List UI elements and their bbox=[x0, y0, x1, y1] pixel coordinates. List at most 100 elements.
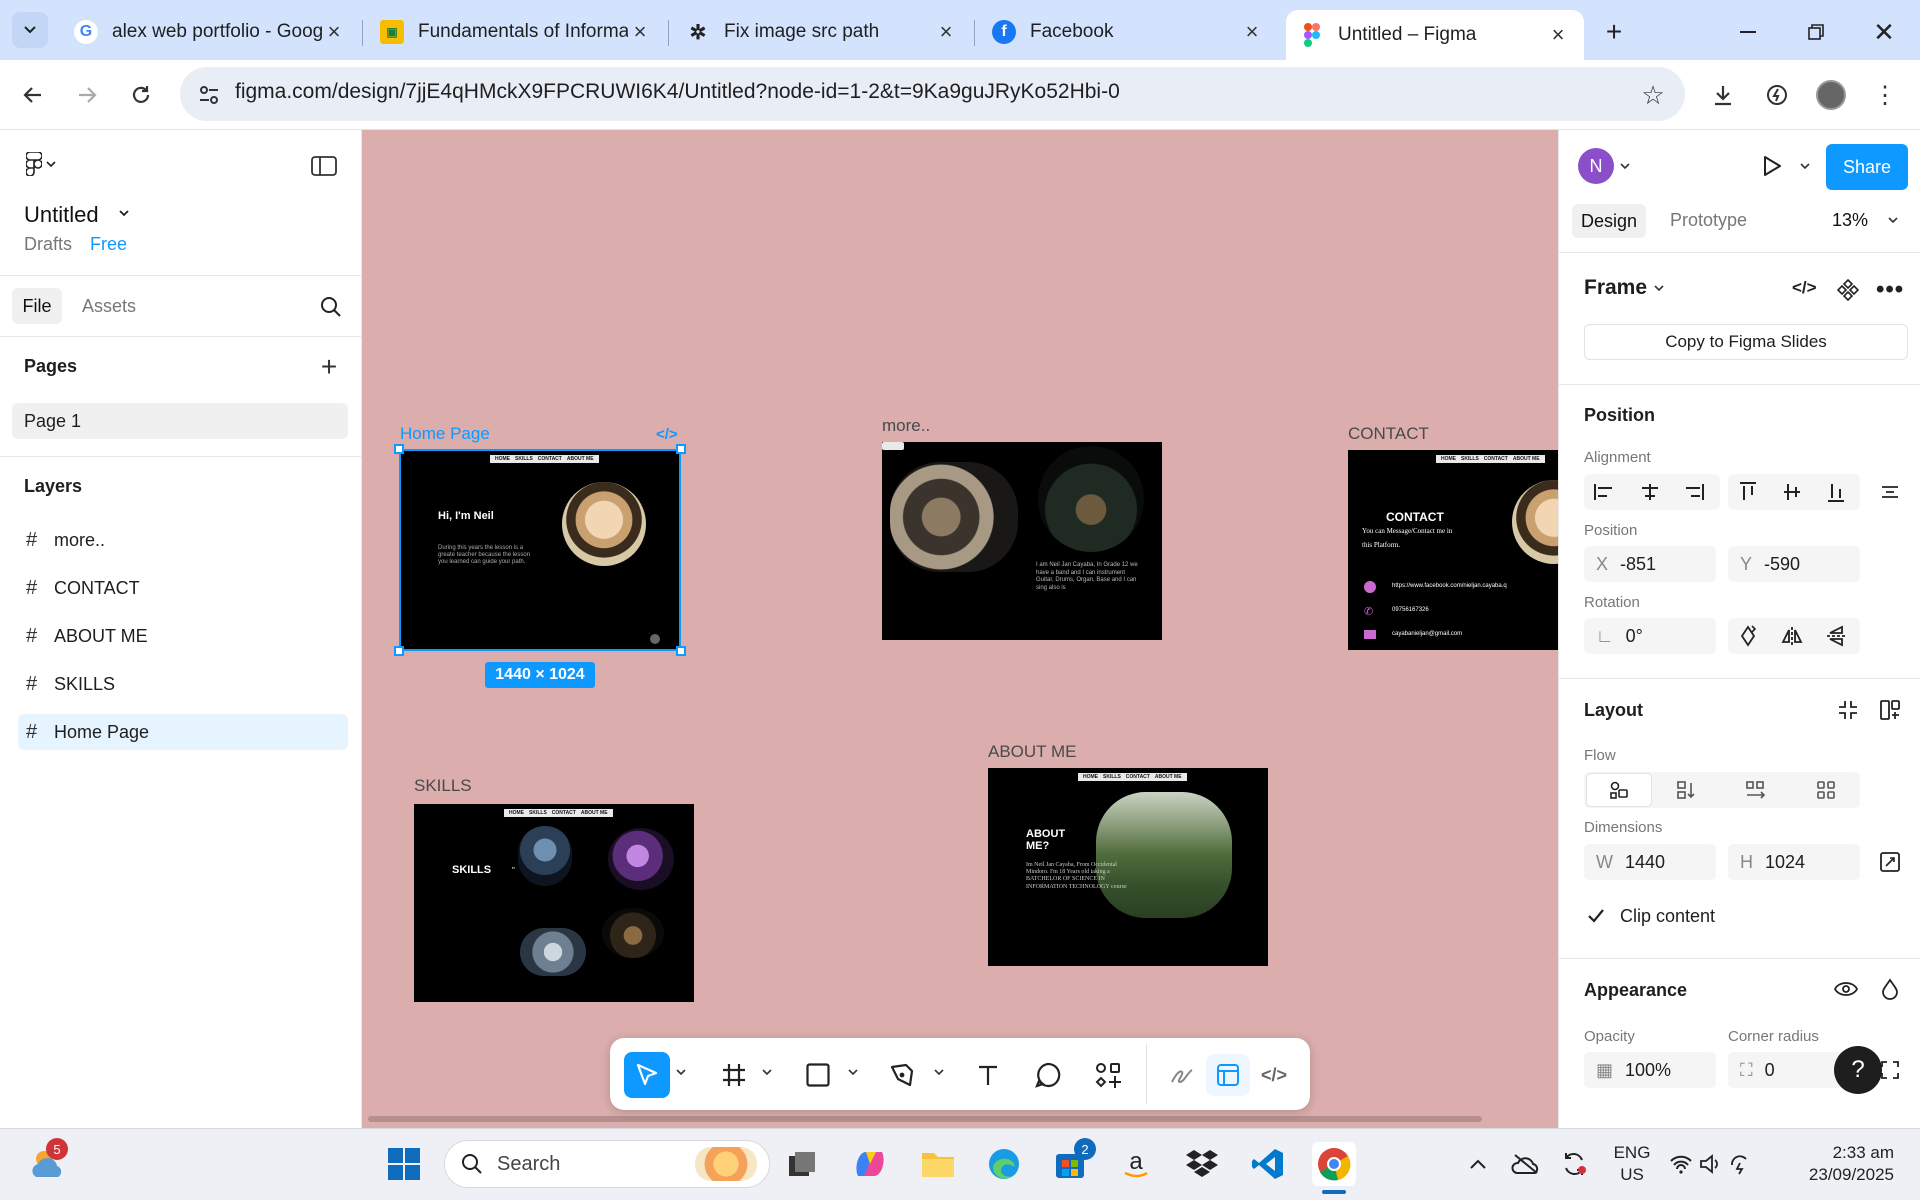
search-layers-button[interactable] bbox=[316, 292, 346, 322]
layer-item-skills[interactable]: # SKILLS bbox=[18, 666, 348, 702]
taskbar-search-box[interactable]: Search bbox=[444, 1140, 770, 1188]
wifi-icon[interactable] bbox=[1668, 1142, 1694, 1186]
close-window-button[interactable]: ✕ bbox=[1866, 14, 1902, 50]
x-position-field[interactable]: X -851 bbox=[1584, 546, 1716, 582]
y-position-field[interactable]: Y -590 bbox=[1728, 546, 1860, 582]
move-tool-button[interactable] bbox=[624, 1052, 670, 1098]
toggle-sidebar-button[interactable] bbox=[308, 152, 340, 180]
frame-about-me[interactable]: HOME SKILLS CONTACT ABOUT ME ABOUT ME? Im N… bbox=[988, 768, 1268, 966]
profile-avatar[interactable] bbox=[1816, 80, 1846, 110]
clip-content-checkbox[interactable] bbox=[1586, 906, 1606, 926]
task-view-button[interactable] bbox=[780, 1142, 824, 1186]
language-indicator[interactable]: ENG US bbox=[1612, 1142, 1652, 1186]
browser-tab-chatgpt[interactable]: ✲ Fix image src path × bbox=[672, 10, 972, 54]
close-tab-icon[interactable]: × bbox=[934, 19, 958, 44]
clip-content-label[interactable]: Clip content bbox=[1620, 906, 1715, 927]
opacity-field[interactable]: ▦ 100% bbox=[1584, 1052, 1716, 1088]
frame-more[interactable]: I am Neil Jan Cayaba, In Grade 12 we hav… bbox=[882, 442, 1162, 640]
minimize-window-button[interactable] bbox=[1730, 14, 1766, 50]
frame-label-home[interactable]: Home Page bbox=[400, 424, 490, 444]
auto-layout-icon[interactable] bbox=[1872, 692, 1908, 728]
layer-item-more[interactable]: # more.. bbox=[18, 522, 348, 558]
actions-button[interactable] bbox=[1090, 1056, 1126, 1094]
flow-freeform-button[interactable] bbox=[1586, 773, 1652, 807]
start-button[interactable] bbox=[382, 1142, 426, 1186]
clock[interactable]: 2:33 am 23/09/2025 bbox=[1770, 1142, 1894, 1186]
dropbox-button[interactable] bbox=[1180, 1142, 1224, 1186]
battery-icon[interactable] bbox=[1728, 1142, 1754, 1186]
align-right-icon[interactable] bbox=[1676, 474, 1712, 510]
chevron-down-icon[interactable] bbox=[1888, 216, 1898, 224]
file-title[interactable]: Untitled bbox=[24, 202, 99, 228]
browser-tab-portfolio[interactable]: G alex web portfolio - Goog × bbox=[60, 10, 360, 54]
frame-contact[interactable]: HOME SKILLS CONTACT ABOUT ME CONTACT You ca… bbox=[1348, 450, 1558, 650]
bookmark-star-icon[interactable]: ☆ bbox=[1636, 78, 1670, 112]
resize-handle[interactable] bbox=[394, 646, 404, 656]
resize-to-fit-icon[interactable] bbox=[1872, 844, 1908, 880]
chevron-down-icon[interactable] bbox=[934, 1068, 944, 1076]
flip-horizontal-icon[interactable] bbox=[1774, 618, 1810, 654]
copilot-button[interactable] bbox=[848, 1142, 892, 1186]
width-field[interactable]: W 1440 bbox=[1584, 844, 1716, 880]
site-info-icon[interactable] bbox=[196, 82, 222, 108]
design-mode-button[interactable] bbox=[1206, 1054, 1250, 1096]
eye-icon[interactable] bbox=[1828, 971, 1864, 1007]
resize-handle[interactable] bbox=[676, 444, 686, 454]
flow-vertical-icon[interactable] bbox=[1668, 772, 1704, 808]
page-item[interactable]: Page 1 bbox=[12, 403, 348, 439]
tab-search-button[interactable] bbox=[12, 12, 48, 48]
zoom-level[interactable]: 13% bbox=[1832, 210, 1868, 231]
file-menu-chevron-icon[interactable] bbox=[118, 208, 130, 218]
chevron-down-icon[interactable] bbox=[762, 1068, 772, 1076]
blend-mode-drop-icon[interactable] bbox=[1872, 971, 1908, 1007]
browser-tab-figma[interactable]: Untitled – Figma × bbox=[1286, 10, 1584, 60]
main-menu-button[interactable] bbox=[26, 152, 56, 176]
chevron-down-icon[interactable] bbox=[1620, 162, 1630, 170]
vscode-button[interactable] bbox=[1246, 1142, 1290, 1186]
close-tab-icon[interactable]: × bbox=[1240, 19, 1264, 44]
sync-status-icon[interactable] bbox=[1552, 1142, 1596, 1186]
copy-to-slides-button[interactable]: Copy to Figma Slides bbox=[1584, 324, 1908, 360]
chevron-down-icon[interactable] bbox=[1654, 284, 1664, 292]
file-explorer-button[interactable] bbox=[916, 1142, 960, 1186]
rotate-90-icon[interactable] bbox=[1730, 618, 1766, 654]
code-icon[interactable]: </> bbox=[656, 426, 678, 443]
rotation-field[interactable]: ∟ 0° bbox=[1584, 618, 1716, 654]
code-icon[interactable]: </> bbox=[1792, 278, 1817, 298]
align-center-horizontal-icon[interactable] bbox=[1632, 474, 1668, 510]
layer-item-home-page[interactable]: # Home Page bbox=[18, 714, 348, 750]
close-tab-icon[interactable]: × bbox=[628, 19, 652, 44]
show-hidden-icons-button[interactable] bbox=[1456, 1142, 1500, 1186]
volume-icon[interactable] bbox=[1698, 1142, 1724, 1186]
text-tool-button[interactable] bbox=[970, 1056, 1006, 1094]
align-top-icon[interactable] bbox=[1730, 474, 1766, 510]
user-avatar[interactable]: N bbox=[1578, 148, 1614, 184]
browser-tab-fundamentals[interactable]: ▣ Fundamentals of Informa × bbox=[366, 10, 666, 54]
chrome-button[interactable] bbox=[1312, 1142, 1356, 1186]
component-icon[interactable] bbox=[1834, 276, 1862, 304]
layer-item-about-me[interactable]: # ABOUT ME bbox=[18, 618, 348, 654]
layer-item-contact[interactable]: # CONTACT bbox=[18, 570, 348, 606]
frame-label-more[interactable]: more.. bbox=[882, 416, 930, 436]
resize-handle[interactable] bbox=[394, 444, 404, 454]
chevron-down-icon[interactable] bbox=[848, 1068, 858, 1076]
dev-mode-code-icon[interactable]: </> bbox=[1256, 1056, 1292, 1094]
close-tab-icon[interactable]: × bbox=[322, 19, 346, 44]
new-tab-button[interactable]: + bbox=[1596, 14, 1632, 50]
frame-label-skills[interactable]: SKILLS bbox=[414, 776, 472, 796]
align-bottom-icon[interactable] bbox=[1818, 474, 1854, 510]
distribute-icon[interactable] bbox=[1872, 474, 1908, 510]
present-button[interactable] bbox=[1758, 152, 1786, 180]
align-left-icon[interactable] bbox=[1586, 474, 1622, 510]
onedrive-status-icon[interactable] bbox=[1504, 1142, 1548, 1186]
flow-grid-icon[interactable] bbox=[1808, 772, 1844, 808]
chevron-down-icon[interactable] bbox=[1800, 162, 1810, 170]
plan-badge[interactable]: Free bbox=[90, 234, 127, 255]
horizontal-scrollbar[interactable] bbox=[368, 1116, 1482, 1122]
frame-skills[interactable]: HOME SKILLS CONTACT ABOUT ME SKILLS " bbox=[414, 804, 694, 1002]
resize-handle[interactable] bbox=[676, 646, 686, 656]
restore-window-button[interactable] bbox=[1798, 14, 1834, 50]
add-page-button[interactable]: + bbox=[314, 351, 344, 382]
collapse-layout-icon[interactable] bbox=[1830, 692, 1866, 728]
forward-button[interactable] bbox=[70, 78, 104, 112]
